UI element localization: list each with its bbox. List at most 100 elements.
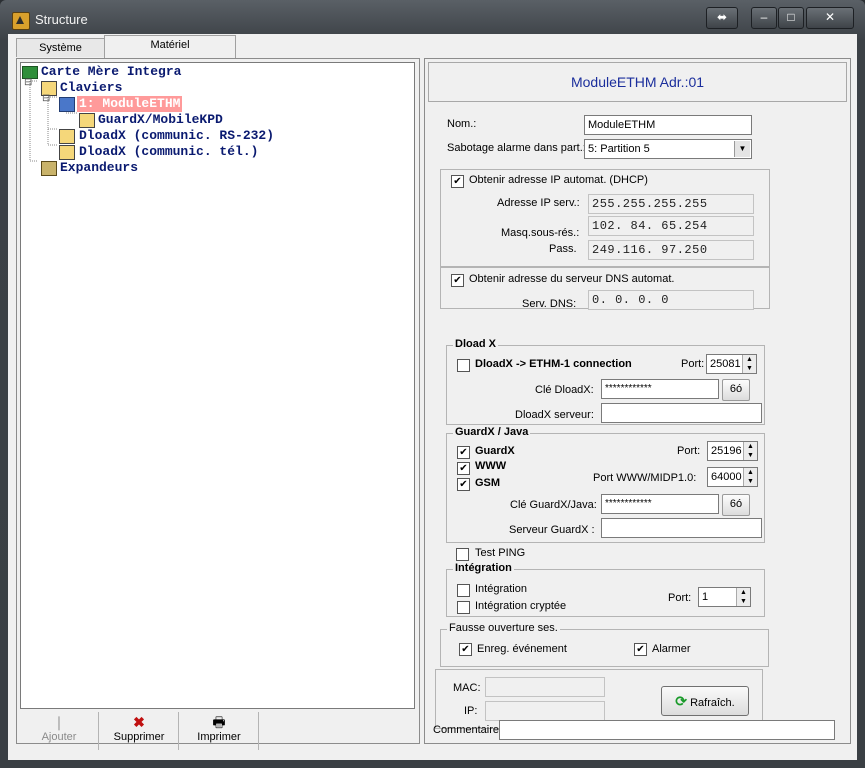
pass-input[interactable]: 249.116. 97.250: [588, 240, 754, 260]
add-button[interactable]: ❘ Ajouter: [20, 712, 99, 750]
collapse-icon[interactable]: ⊟: [24, 77, 32, 88]
dloadx-server-input[interactable]: [601, 403, 762, 423]
dloadx-connection-checkbox[interactable]: [457, 359, 470, 372]
integration-port-value: 1: [702, 591, 709, 603]
tree-node-guardx[interactable]: GuardX/MobileKPD: [98, 112, 223, 128]
dloadx-port-value: 25081: [710, 358, 741, 370]
port-www-spinner[interactable]: 64000 ▲ ▼: [707, 467, 758, 487]
gsm-label: GSM: [475, 477, 501, 489]
sabotage-select[interactable]: 5: Partition 5 ▼: [584, 139, 752, 159]
dloadx-key-input[interactable]: ************: [601, 379, 719, 399]
spinner-arrows-icon[interactable]: ▲ ▼: [743, 468, 757, 486]
spinner-arrows-icon[interactable]: ▲ ▼: [742, 355, 756, 373]
integration-crypted-checkbox[interactable]: [457, 601, 470, 614]
network-group: ✔ Obtenir adresse IP automat. (DHCP) Adr…: [440, 169, 770, 267]
guardx-port-value: 25196: [711, 445, 742, 457]
gsm-checkbox[interactable]: ✔: [457, 478, 470, 491]
name-label: Nom.:: [447, 118, 477, 130]
ip-serv-input[interactable]: 255.255.255.255: [588, 194, 754, 214]
resize-button[interactable]: ⬌: [706, 7, 738, 29]
keypad-icon: [59, 145, 75, 160]
integration-port-spinner[interactable]: 1 ▲ ▼: [698, 587, 751, 607]
chevron-down-icon: ▼: [734, 141, 750, 157]
sabotage-label: Sabotage alarme dans part.:: [447, 142, 586, 154]
dloadx-port-spinner[interactable]: 25081 ▲ ▼: [706, 354, 757, 374]
pass-label: Pass.: [549, 243, 577, 255]
ip-serv-label: Adresse IP serv.:: [497, 197, 580, 209]
structure-tree[interactable]: Carte Mère Integra ⊟ Claviers ⊟ 1: Modul…: [20, 62, 415, 709]
tab-materiel[interactable]: Matériel: [104, 35, 236, 58]
expander-icon: [41, 161, 57, 176]
mask-input[interactable]: 102. 84. 65.254: [588, 216, 754, 236]
test-ping-checkbox[interactable]: [456, 548, 469, 561]
delete-button[interactable]: ✖ Supprimer: [100, 712, 179, 750]
show-password-button[interactable]: 6ó: [722, 379, 750, 401]
tree-node-root[interactable]: Carte Mère Integra: [41, 64, 181, 80]
guardx-label: GuardX: [475, 445, 515, 457]
ethernet-module-icon: [59, 97, 75, 112]
right-pane: ModuleETHM Adr.:01 Nom.: ModuleETHM Sabo…: [424, 58, 851, 744]
comment-input[interactable]: [499, 720, 835, 740]
ip-label: IP:: [464, 705, 478, 717]
guardx-key-label: Clé GuardX/Java:: [510, 499, 597, 511]
delete-label: Supprimer: [113, 731, 165, 743]
tree-toolbar: ❘ Ajouter ✖ Supprimer 🖶 Imprimer: [20, 712, 413, 750]
test-ping-label: Test PING: [475, 547, 526, 559]
fausse-ouverture-title: Fausse ouverture ses.: [447, 622, 560, 634]
print-label: Imprimer: [197, 731, 241, 743]
keypad-icon: [79, 113, 95, 128]
delete-icon: ✖: [133, 714, 145, 730]
guardx-server-input[interactable]: [601, 518, 762, 538]
show-password-button[interactable]: 6ó: [722, 494, 750, 516]
tree-node-moduleethm[interactable]: 1: ModuleETHM: [77, 96, 183, 112]
guardx-key-input[interactable]: ************: [601, 494, 719, 514]
alarmer-label: Alarmer: [652, 643, 691, 655]
title-bar: Structure ⬌ – □ ✕: [0, 0, 865, 34]
refresh-label: Rafraîch.: [690, 697, 735, 709]
tree-node-dloadx-rs232[interactable]: DloadX (communic. RS-232): [79, 128, 274, 144]
tree-node-claviers[interactable]: Claviers: [60, 80, 122, 96]
dloadx-group: Dload X DloadX -> ETHM-1 connection Port…: [446, 338, 765, 425]
www-checkbox[interactable]: ✔: [457, 462, 470, 475]
enreg-evenement-label: Enreg. événement: [477, 643, 567, 655]
minimize-button[interactable]: –: [751, 7, 777, 29]
tree-node-dloadx-tel[interactable]: DloadX (communic. tél.): [79, 144, 258, 160]
sabotage-value: 5: Partition 5: [588, 143, 650, 155]
client-area: Système Matériel Carte Mère Integra ⊟ Cl…: [8, 34, 857, 760]
tree-node-expandeurs[interactable]: Expandeurs: [60, 160, 138, 176]
www-label: WWW: [475, 460, 507, 472]
dns-auto-label: Obtenir adresse du serveur DNS automat.: [469, 273, 675, 285]
guardx-server-label: Serveur GuardX :: [509, 524, 595, 536]
refresh-icon: ⟳: [675, 693, 688, 709]
print-button[interactable]: 🖶 Imprimer: [180, 712, 259, 750]
dloadx-server-label: DloadX serveur:: [515, 409, 594, 421]
guardx-group-title: GuardX / Java: [453, 426, 531, 438]
dloadx-connection-label: DloadX -> ETHM-1 connection: [475, 358, 632, 370]
mask-label: Masq.sous-rés.:: [501, 227, 580, 239]
ip-input[interactable]: [485, 701, 605, 721]
module-header: ModuleETHM Adr.:01: [428, 62, 847, 102]
mac-input[interactable]: [485, 677, 605, 697]
enreg-evenement-checkbox[interactable]: ✔: [459, 643, 472, 656]
port-www-value: 64000: [711, 471, 742, 483]
collapse-icon[interactable]: ⊟: [42, 93, 50, 104]
dhcp-label: Obtenir adresse IP automat. (DHCP): [469, 174, 648, 186]
dhcp-checkbox[interactable]: ✔: [451, 175, 464, 188]
alarmer-checkbox[interactable]: ✔: [634, 643, 647, 656]
dloadx-group-title: Dload X: [453, 338, 498, 350]
left-pane: Carte Mère Integra ⊟ Claviers ⊟ 1: Modul…: [16, 58, 420, 750]
name-input[interactable]: ModuleETHM: [584, 115, 752, 135]
spinner-arrows-icon[interactable]: ▲ ▼: [743, 442, 757, 460]
dloadx-port-label: Port:: [681, 358, 705, 370]
close-button[interactable]: ✕: [806, 7, 854, 29]
dns-auto-checkbox[interactable]: ✔: [451, 274, 464, 287]
dns-input[interactable]: 0. 0. 0. 0: [588, 290, 754, 310]
refresh-button[interactable]: ⟳ Rafraîch.: [661, 686, 749, 716]
guardx-port-spinner[interactable]: 25196 ▲ ▼: [707, 441, 758, 461]
integration-checkbox[interactable]: [457, 584, 470, 597]
tab-systeme[interactable]: Système: [16, 38, 105, 57]
integration-port-label: Port:: [668, 592, 692, 604]
guardx-checkbox[interactable]: ✔: [457, 446, 470, 459]
maximize-button[interactable]: □: [778, 7, 804, 29]
spinner-arrows-icon[interactable]: ▲ ▼: [736, 588, 750, 606]
